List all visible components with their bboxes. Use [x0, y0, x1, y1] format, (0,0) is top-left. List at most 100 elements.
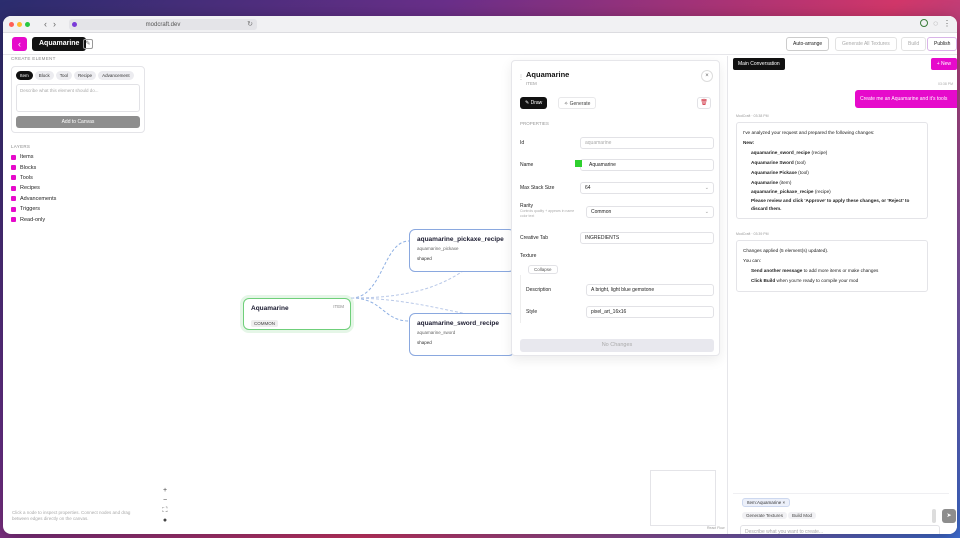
checkbox[interactable] — [11, 217, 16, 223]
layer-read-only[interactable]: Read-only — [11, 214, 147, 224]
address-bar[interactable]: modcraft.dev ↻ — [69, 19, 257, 30]
input-scrollbar[interactable] — [932, 509, 936, 523]
properties-panel: ⋮ Aquamarine ITEM × ✎ Draw ✧ Generate 🗑 … — [511, 60, 720, 356]
send-button[interactable]: ➤ — [942, 509, 956, 523]
app-toolbar: ‹ Aquamarine ✎ Auto-arrange Generate All… — [3, 33, 957, 55]
message-text: I've analyzed your request and prepared … — [743, 130, 875, 135]
rarity-select[interactable]: Common ⌄ — [586, 206, 714, 218]
browser-forward-icon[interactable]: › — [53, 19, 56, 29]
main-conversation-tab[interactable]: Main Conversation — [733, 58, 785, 70]
auto-arrange-button[interactable]: Auto-arrange — [786, 37, 830, 51]
maximize-window-button[interactable] — [25, 21, 30, 27]
build-button[interactable]: Build — [901, 37, 927, 51]
type-chip-advancement[interactable]: Advancement — [98, 71, 134, 80]
zoom-in-icon[interactable]: + — [160, 486, 170, 496]
back-button[interactable]: ‹ — [12, 37, 27, 51]
checkbox[interactable] — [11, 165, 16, 171]
suggestion-generate-textures[interactable]: Generate Textures — [742, 512, 787, 519]
layer-triggers[interactable]: Triggers — [11, 204, 147, 214]
checkbox[interactable] — [11, 185, 16, 191]
creative-tab-field[interactable]: INGREDIENTS — [580, 232, 714, 244]
close-icon[interactable]: × — [701, 70, 713, 82]
name-label: Name — [520, 162, 534, 168]
layer-tools[interactable]: Tools — [11, 173, 147, 183]
list-item: aquamarine_sword_recipe (recipe) — [743, 148, 921, 158]
max-stack-select[interactable]: 64 ⌄ — [580, 182, 714, 194]
edge-sword[interactable] — [350, 297, 410, 322]
publish-button[interactable]: Publish — [927, 37, 957, 51]
zoom-out-icon[interactable]: − — [160, 496, 170, 506]
fit-view-icon[interactable]: ⛶ — [160, 506, 170, 516]
style-field[interactable]: pixel_art_16x16 — [586, 306, 714, 318]
list-item: Send another message to add more items o… — [743, 266, 921, 276]
list-item-name: Aquamarine — [751, 179, 779, 185]
checkbox[interactable] — [11, 206, 16, 212]
new-conversation-button[interactable]: + New — [930, 58, 957, 70]
generate-all-textures-button[interactable]: Generate All Textures — [835, 37, 897, 51]
id-label: Id — [520, 140, 525, 146]
minimap[interactable] — [650, 470, 716, 526]
add-to-canvas-button[interactable]: Add to Canvas — [16, 116, 140, 128]
browser-back-icon[interactable]: ‹ — [44, 19, 47, 29]
close-window-button[interactable] — [9, 21, 14, 27]
url-text: modcraft.dev — [145, 21, 181, 28]
element-type-chips: Item Block Tool Recipe Advancement — [16, 71, 140, 80]
type-chip-block[interactable]: Block — [34, 71, 54, 80]
list-item-name: Aquamarine Sword — [751, 159, 794, 165]
edit-name-icon[interactable]: ✎ — [83, 39, 93, 49]
layer-label: Read-only — [20, 216, 46, 223]
project-name: Aquamarine — [32, 37, 87, 51]
chat-extension-icon[interactable]: ◌ — [933, 19, 938, 28]
list-item-name: Click Build — [751, 277, 776, 283]
element-description-input[interactable]: Describe what this element should do... — [16, 84, 140, 112]
cursor-marker — [575, 160, 582, 167]
list-item-name: Send another message — [751, 267, 803, 273]
layers-section: LAYERS Items Blocks Tools Recipes Advanc… — [11, 144, 147, 225]
chat-input[interactable]: Describe what you want to create... — [740, 525, 940, 534]
list-item-text: when you're ready to compile your mod — [775, 277, 859, 283]
type-chip-tool[interactable]: Tool — [55, 71, 73, 80]
list-item: Aquamarine (item) — [743, 178, 921, 188]
assistant-meta: ModCraft · 03:38 PM — [736, 114, 769, 118]
checkbox[interactable] — [11, 175, 16, 181]
list-item: Click Build when you're ready to compile… — [743, 276, 921, 286]
delete-icon[interactable]: 🗑 — [697, 97, 711, 109]
chevron-down-icon: ⌄ — [704, 185, 709, 191]
layer-blocks[interactable]: Blocks — [11, 162, 147, 172]
left-panel: CREATE ELEMENT Item Block Tool Recipe Ad… — [11, 56, 147, 225]
browser-menu-icon[interactable]: ⋮ — [943, 19, 951, 28]
tab-draw[interactable]: ✎ Draw — [520, 97, 548, 109]
node-tag: shaped — [417, 340, 432, 345]
select-value: 64 — [585, 185, 591, 191]
assistant-message: I've analyzed your request and prepared … — [736, 122, 928, 220]
edge-pickaxe[interactable] — [350, 240, 410, 299]
node-aquamarine[interactable]: Aquamarine ITEM COMMON — [243, 298, 351, 330]
checkbox[interactable] — [11, 196, 16, 202]
description-field[interactable]: A bright, light blue gemstone — [586, 284, 714, 296]
extension-icon[interactable] — [920, 19, 929, 27]
tab-generate[interactable]: ✧ Generate — [558, 97, 597, 109]
description-label: Description — [526, 287, 552, 293]
node-title: Aquamarine — [251, 305, 289, 312]
node-sword-recipe[interactable]: aquamarine_sword_recipe aquamarine_sword… — [409, 313, 515, 356]
layer-recipes[interactable]: Recipes — [11, 183, 147, 193]
list-item-name: aquamarine_pickaxe_recipe — [751, 189, 814, 195]
layer-items[interactable]: Items — [11, 152, 147, 162]
node-pickaxe-recipe[interactable]: aquamarine_pickaxe_recipe aquamarine_pic… — [409, 229, 515, 272]
id-field[interactable]: aquamarine — [580, 137, 714, 149]
name-field[interactable]: Aquamarine — [580, 159, 714, 171]
checkbox[interactable] — [11, 154, 16, 160]
drag-handle-icon[interactable]: ⋮ — [518, 74, 524, 81]
minimize-window-button[interactable] — [17, 21, 22, 27]
lock-icon[interactable]: ● — [160, 516, 170, 526]
context-chip[interactable]: Item:Aquamarine × — [742, 498, 791, 507]
attribution: React Flow — [707, 526, 725, 530]
no-changes-button[interactable]: No Changes — [520, 339, 714, 352]
reload-icon[interactable]: ↻ — [247, 20, 253, 28]
properties-title: Aquamarine — [526, 70, 570, 79]
type-chip-recipe[interactable]: Recipe — [74, 71, 97, 80]
layer-advancements[interactable]: Advancements — [11, 194, 147, 204]
suggestion-build-mod[interactable]: Build Mod — [788, 512, 817, 519]
type-chip-item[interactable]: Item — [16, 71, 33, 80]
collapse-texture-button[interactable]: Collapse — [528, 265, 558, 274]
